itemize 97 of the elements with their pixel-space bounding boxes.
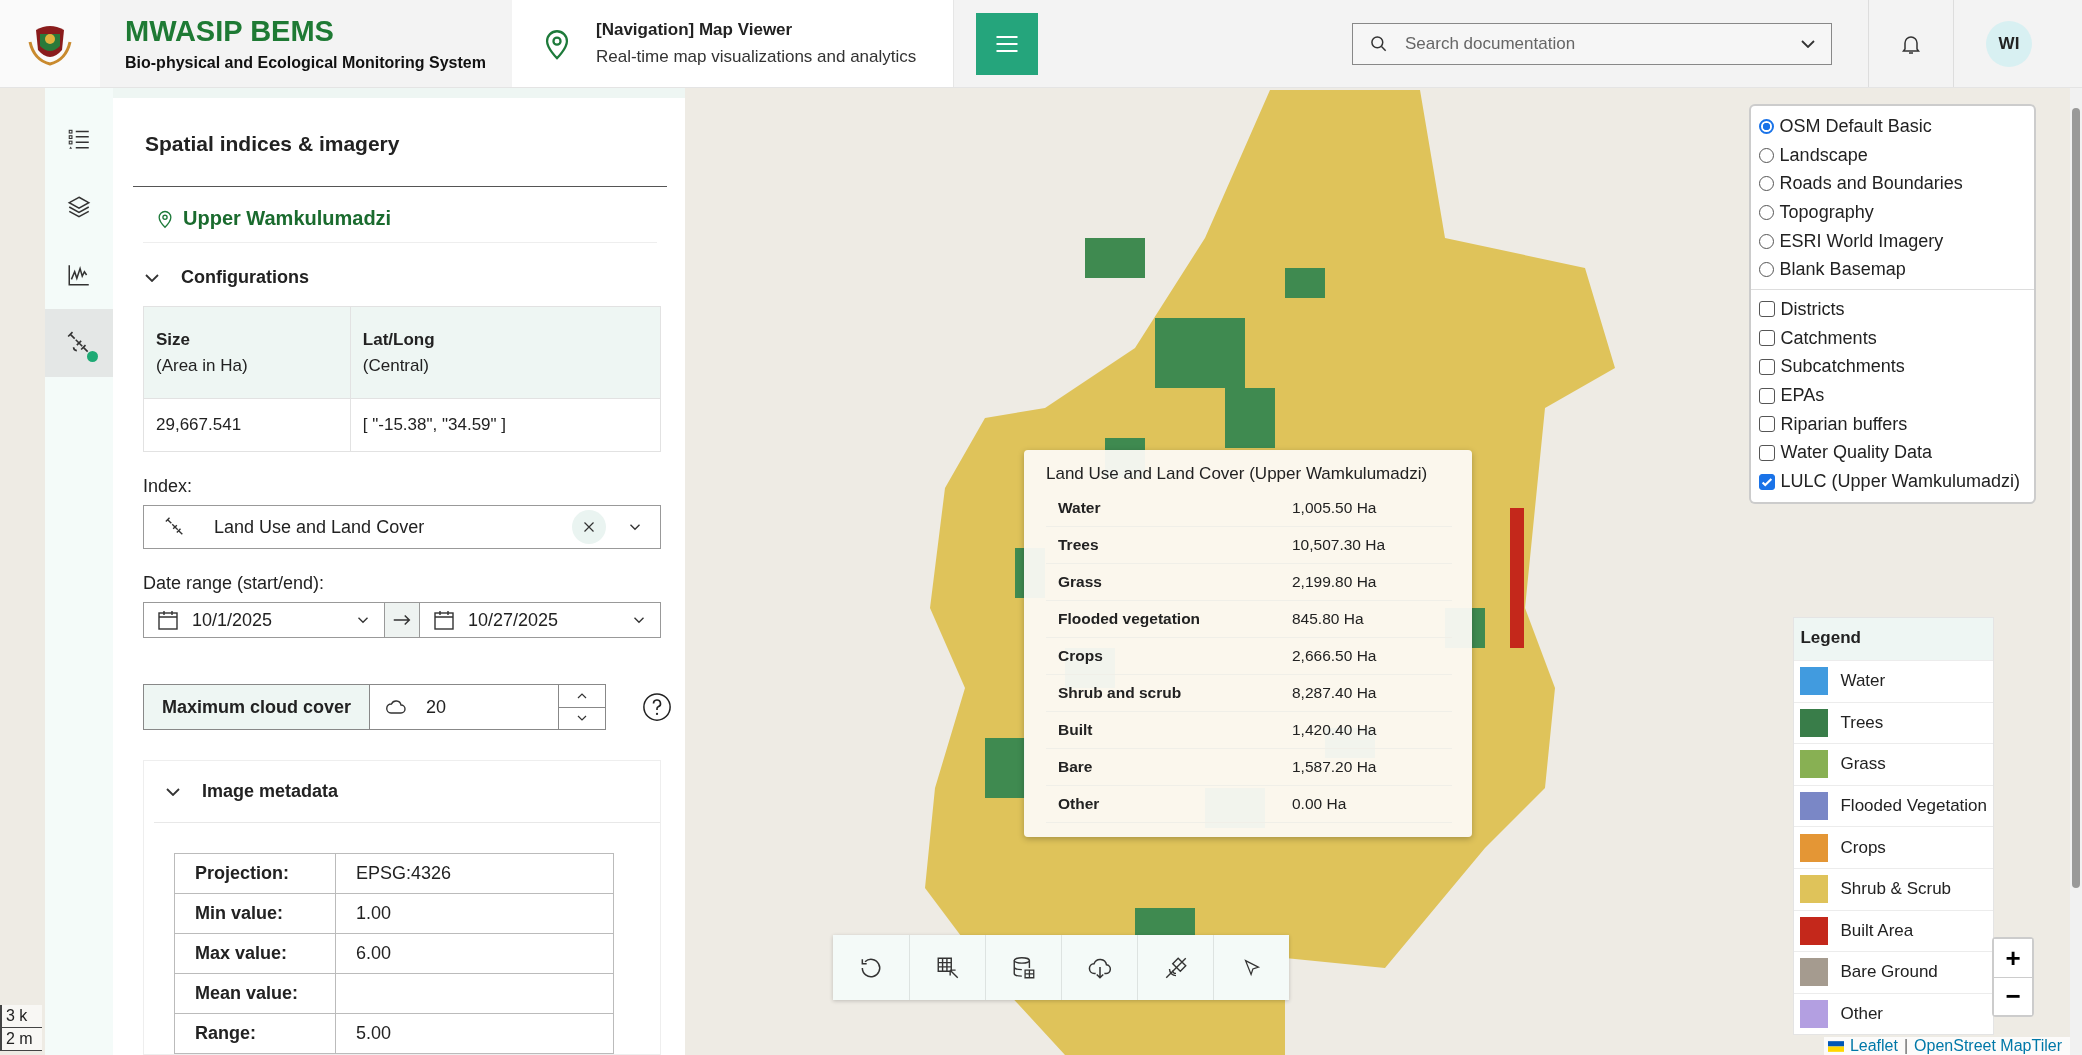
layer-label: EPAs [1780, 385, 1825, 407]
table-cell: 2,199.80 Ha [1280, 563, 1452, 601]
table-cell: 1.00 [356, 903, 392, 923]
table-cell: Flooded vegetation [1046, 600, 1280, 638]
layer-label: LULC (Upper Wamkulumadzi) [1780, 471, 2020, 493]
search-field[interactable]: Search documentation [1352, 22, 1832, 65]
table-cell: Bare [1046, 748, 1280, 786]
search-input[interactable]: Search documentation [1403, 32, 1787, 55]
scale-bar: 3 k [0, 1005, 42, 1028]
line-chart-icon [66, 262, 92, 288]
separator: | [1903, 1037, 1909, 1055]
checkbox[interactable] [1758, 444, 1775, 461]
chevron-down-icon [1801, 39, 1815, 48]
legend-label: Crops [1840, 837, 1886, 858]
legend-label: Water [1840, 671, 1886, 692]
panel-title: Spatial indices & imagery [133, 98, 667, 187]
table-cell: Shrub and scrub [1046, 674, 1280, 712]
legend-title: Legend [1794, 618, 1993, 660]
table-cell: 10,507.30 Ha [1280, 526, 1452, 564]
layer-label: Riparian buffers [1780, 413, 1908, 435]
layer-label: ESRI World Imagery [1779, 230, 1944, 252]
legend-label: Grass [1840, 754, 1886, 775]
layer-label: Topography [1779, 201, 1874, 223]
index-select[interactable]: Land Use and Land Cover [143, 505, 661, 549]
legend-label: Flooded Vegetation [1840, 796, 1987, 817]
legend-label: Trees [1840, 712, 1884, 733]
layer-label: Blank Basemap [1779, 259, 1906, 281]
table-cell: 8,287.40 Ha [1280, 674, 1452, 712]
popup-title: Land Use and Land Cover (Upper Wamkulumadzi) [1046, 464, 1429, 484]
clear-button[interactable] [572, 510, 606, 544]
field-label: Date range (start/end): [143, 573, 326, 594]
table-cell: Trees [1046, 526, 1280, 564]
layer-label: Catchments [1780, 327, 1877, 349]
page-subtitle: Real-time map visualizations and analytics [596, 47, 917, 67]
table-cell: Min value: [174, 893, 336, 934]
field-label: Index: [143, 476, 194, 497]
help-icon [642, 692, 673, 722]
table-cell: Other [1046, 785, 1280, 823]
table-cell: 6.00 [356, 943, 392, 963]
layer-label: Districts [1780, 298, 1845, 320]
table-cell: Crops [1046, 637, 1280, 675]
scrollbar[interactable] [2070, 88, 2082, 1055]
table-cell: 1,005.50 Ha [1280, 490, 1452, 527]
layer-label: Subcatchments [1780, 356, 1905, 378]
legend-label: Shrub & Scrub [1840, 879, 1952, 900]
layer-label: Landscape [1779, 144, 1868, 166]
table-cell: 1,420.40 Ha [1280, 711, 1452, 749]
checkbox[interactable] [1758, 301, 1775, 318]
menu-button[interactable] [976, 12, 1038, 75]
table-cell: Range: [174, 1013, 336, 1054]
checkbox[interactable] [1758, 330, 1775, 347]
layers-icon [66, 194, 92, 220]
scale-bar: 2 m [0, 1028, 42, 1051]
app-subtitle: Bio-physical and Ecological Monitoring System [125, 54, 487, 72]
table-cell: 5.00 [356, 1023, 392, 1043]
table-cell: [ "-15.38", "34.59" ] [350, 398, 661, 452]
checkbox[interactable] [1758, 416, 1775, 433]
app-title: MWASIP BEMS [125, 15, 335, 48]
leaflet-link[interactable]: Leaflet [1849, 1037, 1898, 1055]
table-cell: Max value: [174, 933, 336, 974]
layer-label: Water Quality Data [1780, 442, 1932, 464]
layer-label: Roads and Boundaries [1779, 173, 1963, 195]
radio-button[interactable] [1758, 118, 1774, 134]
table-cell: Mean value: [174, 973, 336, 1014]
table-cell: EPSG:4326 [356, 863, 452, 883]
table-cell: Built [1046, 711, 1280, 749]
checkbox[interactable] [1758, 473, 1775, 490]
configurations-toggle[interactable]: Configurations [133, 243, 321, 306]
table-header: Lat/Long (Central) [350, 306, 661, 399]
table-cell: Grass [1046, 563, 1280, 601]
legend-label: Bare Ground [1840, 962, 1938, 983]
zoom-out-button[interactable]: − [1994, 977, 2032, 1015]
chevron-icon [166, 787, 180, 796]
chevron-icon [145, 273, 159, 282]
table-cell: 845.80 Ha [1280, 600, 1452, 638]
table-cell: 2,666.50 Ha [1280, 637, 1452, 675]
legend-label: Other [1840, 1004, 1883, 1025]
user-avatar[interactable]: WI [1986, 20, 2032, 67]
table-cell: 29,667.541 [143, 398, 351, 452]
flag-icon [1827, 1040, 1844, 1052]
table-cell: 0.00 Ha [1280, 785, 1452, 823]
table-cell: Water [1046, 490, 1280, 527]
table-cell: Projection: [174, 853, 336, 894]
tiles-link[interactable]: OpenStreet MapTiler [1914, 1037, 2062, 1055]
location-name: Upper Wamkulumadzi [183, 207, 392, 230]
help-button[interactable] [642, 692, 673, 722]
checkbox[interactable] [1758, 387, 1775, 404]
table-header: Size (Area in Ha) [143, 306, 351, 399]
active-dot [87, 351, 98, 362]
metadata-toggle[interactable]: Image metadata [154, 761, 660, 823]
legend-label: Built Area [1840, 920, 1914, 941]
table-cell: 1,587.20 Ha [1280, 748, 1452, 786]
sidebar-tab[interactable] [45, 309, 113, 377]
page-title: [Navigation] Map Viewer [596, 20, 794, 40]
layer-label: OSM Default Basic [1779, 115, 1932, 137]
search-icon [1369, 33, 1389, 54]
checkbox[interactable] [1758, 358, 1775, 375]
